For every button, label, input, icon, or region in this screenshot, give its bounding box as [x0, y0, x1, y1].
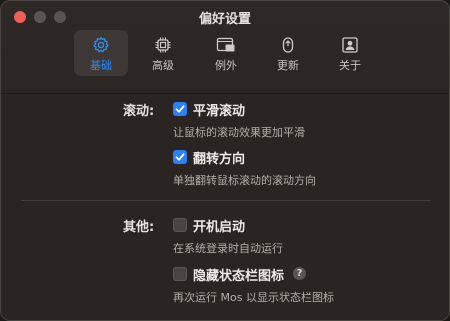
- smooth-scroll-checkbox[interactable]: [173, 102, 187, 116]
- tab-about-label: 关于: [339, 59, 361, 72]
- tab-advanced[interactable]: 高级: [136, 30, 190, 76]
- hide-status-icon-checkbox[interactable]: [173, 267, 187, 281]
- checkmark-icon: [175, 105, 185, 113]
- tab-exceptions[interactable]: 例外: [199, 30, 253, 76]
- launch-at-login-description: 在系统登录时自动运行: [173, 242, 283, 255]
- tab-about[interactable]: 关于: [323, 30, 377, 76]
- tab-advanced-label: 高级: [152, 59, 174, 72]
- hide-status-icon-label[interactable]: 隐藏状态栏图标: [193, 265, 284, 284]
- tab-update-label: 更新: [277, 59, 299, 72]
- window-exception-icon: [216, 37, 235, 52]
- help-button[interactable]: ?: [293, 267, 306, 280]
- tab-exceptions-label: 例外: [215, 59, 237, 72]
- preferences-content: 滚动: 平滑滚动 让鼠标的滚动效果更加平滑 翻转方向 单独翻转鼠标滚动的滚动方向…: [1, 94, 449, 320]
- preferences-window: 偏好设置 基础 高级 例外 更新 关于 滚动: 平滑滚动 让鼠标的滚动效果更加平…: [0, 0, 450, 321]
- reverse-direction-checkbox[interactable]: [173, 150, 187, 164]
- chip-icon: [155, 37, 171, 53]
- smooth-scroll-description: 让鼠标的滚动效果更加平滑: [173, 126, 305, 139]
- toolbar-tabs: 基础 高级 例外 更新 关于: [1, 30, 449, 76]
- launch-at-login-checkbox[interactable]: [173, 218, 187, 232]
- reverse-direction-label[interactable]: 翻转方向: [193, 148, 245, 167]
- person-card-icon: [342, 37, 358, 53]
- titlebar: 偏好设置 基础 高级 例外 更新 关于: [1, 1, 449, 93]
- other-section-label: 其他:: [123, 220, 155, 235]
- tab-basic[interactable]: 基础: [74, 30, 128, 76]
- launch-at-login-label[interactable]: 开机启动: [193, 216, 245, 235]
- smooth-scroll-label[interactable]: 平滑滚动: [193, 100, 245, 119]
- checkmark-icon: [175, 153, 185, 161]
- scroll-section-label: 滚动:: [123, 104, 155, 119]
- hide-status-icon-description: 再次运行 Mos 以显示状态栏图标: [173, 291, 334, 304]
- window-title: 偏好设置: [198, 12, 251, 27]
- section-divider: [21, 200, 431, 201]
- update-arrow-icon: [282, 37, 294, 53]
- tab-update[interactable]: 更新: [261, 30, 315, 76]
- reverse-direction-description: 单独翻转鼠标滚动的滚动方向: [173, 174, 316, 187]
- tab-basic-label: 基础: [90, 59, 112, 72]
- gear-icon: [93, 36, 109, 53]
